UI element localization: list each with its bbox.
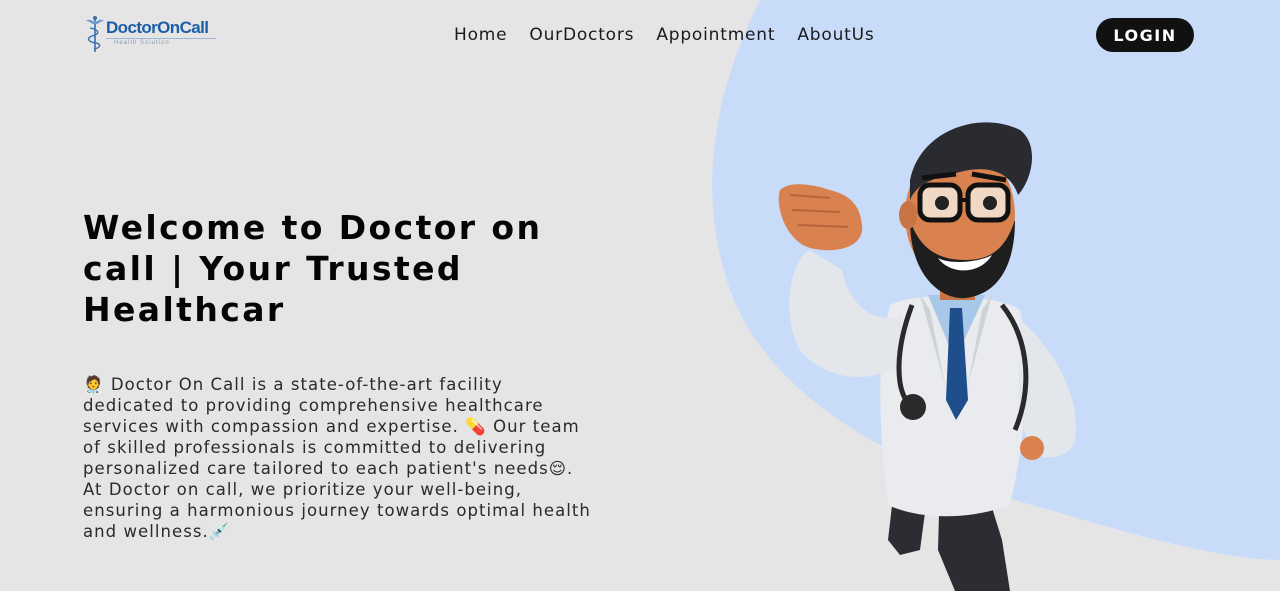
nav-about-us[interactable]: AboutUs xyxy=(797,24,874,46)
hero-title: Welcome to Doctor on call | Your Trusted… xyxy=(83,208,543,329)
brand-tagline: Health Solution xyxy=(106,38,216,47)
nav-appointment[interactable]: Appointment xyxy=(656,24,775,46)
nav-our-doctors[interactable]: OurDoctors xyxy=(529,24,634,46)
main-nav: Home OurDoctors Appointment AboutUs xyxy=(454,24,897,46)
caduceus-icon xyxy=(86,16,104,52)
doctor-illustration xyxy=(778,122,1076,591)
brand-logo[interactable]: DoctorOnCall Health Solution xyxy=(84,15,216,53)
login-button[interactable]: LOGIN xyxy=(1096,18,1194,52)
hero-description: 🧑‍⚕️ Doctor On Call is a state-of-the-ar… xyxy=(83,375,591,541)
nav-home[interactable]: Home xyxy=(454,24,507,46)
brand-name: DoctorOnCall xyxy=(106,18,209,37)
